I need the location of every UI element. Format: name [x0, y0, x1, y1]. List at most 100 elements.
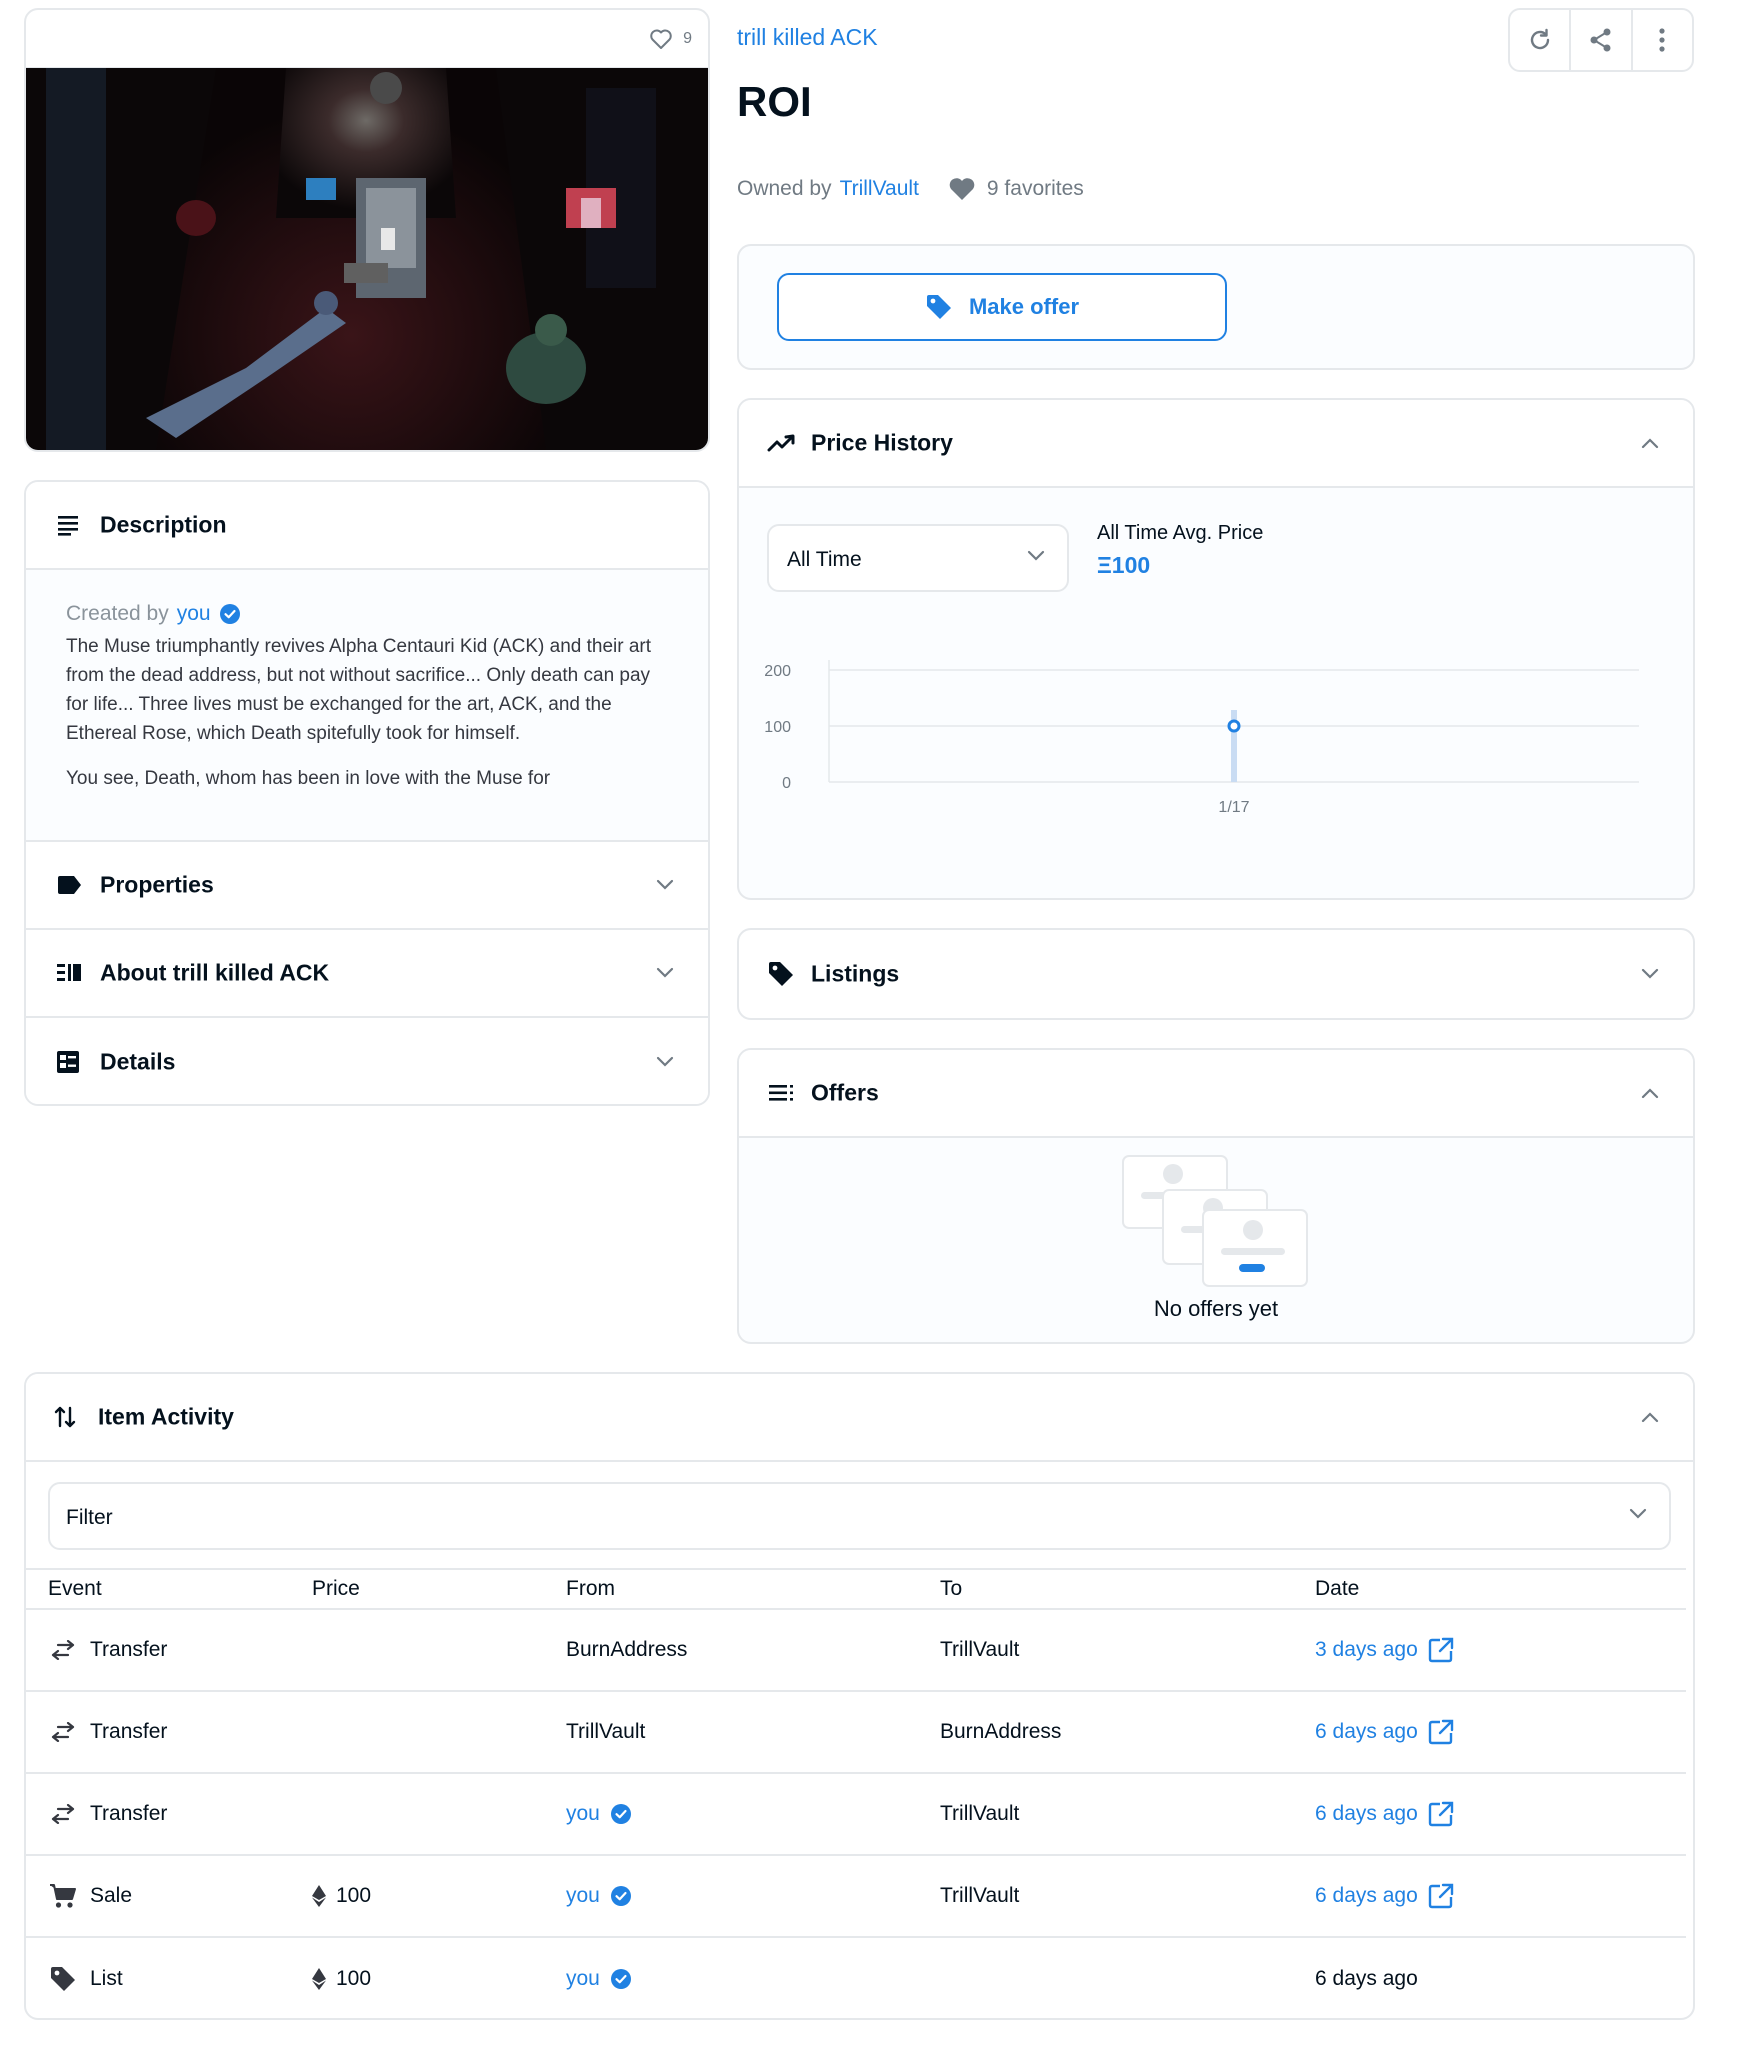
- date-cell[interactable]: 6 days ago: [1315, 1856, 1454, 1936]
- description-title: Description: [100, 511, 227, 538]
- external-link-icon[interactable]: [1428, 1801, 1454, 1827]
- created-by-line: Created by you: [66, 602, 668, 626]
- chevron-down-icon: [656, 879, 674, 891]
- favorite-button[interactable]: 9: [649, 28, 692, 50]
- transfer-icon: [48, 1640, 78, 1660]
- event-name: List: [90, 1967, 123, 1990]
- more-vertical-icon: [1658, 27, 1666, 53]
- chevron-up-icon: [1641, 1411, 1659, 1423]
- collection-link[interactable]: trill killed ACK: [737, 24, 878, 51]
- date-link[interactable]: 6 days ago: [1315, 1884, 1418, 1908]
- price-history-title: Price History: [811, 429, 953, 456]
- col-to: To: [940, 1577, 963, 1600]
- price-history-chart: 200 100 0 1/17: [764, 660, 1639, 816]
- about-collection-section[interactable]: About trill killed ACK: [26, 930, 708, 1018]
- listings-title: Listings: [811, 960, 900, 987]
- chevron-up-icon: [1641, 1087, 1659, 1099]
- verified-badge-icon: [219, 603, 241, 625]
- avg-price-label: All Time Avg. Price: [1097, 522, 1264, 544]
- properties-label: Properties: [100, 871, 214, 898]
- trending-line-icon: [767, 433, 797, 453]
- description-paragraph-2: You see, Death, whom has been in love wi…: [66, 768, 551, 789]
- external-link-icon[interactable]: [1428, 1637, 1454, 1663]
- price-history-header[interactable]: Price History: [739, 400, 1693, 488]
- activity-table: Event Price From To Date Transfer BurnAd…: [26, 1568, 1686, 2018]
- from-cell[interactable]: you: [566, 1856, 632, 1936]
- item-activity-panel: Item Activity Filter Event Price From To…: [24, 1372, 1695, 2020]
- item-title: ROI: [737, 78, 812, 125]
- to-link[interactable]: BurnAddress: [940, 1692, 1061, 1772]
- offers-title: Offers: [811, 1079, 879, 1106]
- share-button[interactable]: [1571, 10, 1633, 70]
- about-collection-label: About trill killed ACK: [100, 959, 330, 986]
- make-offer-button[interactable]: Make offer: [777, 273, 1227, 341]
- event-cell: Transfer: [48, 1774, 167, 1854]
- col-from: From: [566, 1577, 615, 1600]
- description-panel: Description Created by you The Muse triu…: [24, 480, 710, 1106]
- to-link[interactable]: TrillVault: [940, 1856, 1019, 1936]
- filter-placeholder: Filter: [66, 1506, 113, 1529]
- date-text: 6 days ago: [1315, 1967, 1418, 1990]
- offers-panel: Offers No offers yet: [737, 1048, 1695, 1344]
- to-link[interactable]: TrillVault: [940, 1610, 1019, 1690]
- event-cell: List: [48, 1938, 123, 2018]
- sort-arrows-icon: [54, 1404, 76, 1430]
- price-point[interactable]: [1227, 719, 1241, 733]
- date-cell[interactable]: 6 days ago: [1315, 1774, 1454, 1854]
- date-cell[interactable]: 6 days ago: [1315, 1692, 1454, 1772]
- favorite-count: 9: [683, 30, 692, 47]
- from-link[interactable]: BurnAddress: [566, 1610, 687, 1690]
- event-cell: Transfer: [48, 1610, 167, 1690]
- chevron-down-icon: [1027, 550, 1045, 562]
- listings-header[interactable]: Listings: [739, 930, 1693, 1018]
- description-paragraph-1: The Muse triumphantly revives Alpha Cent…: [66, 636, 652, 744]
- date-cell[interactable]: 3 days ago: [1315, 1610, 1454, 1690]
- from-link[interactable]: you: [566, 1802, 600, 1826]
- col-price: Price: [312, 1577, 360, 1600]
- offers-list-icon: [767, 1083, 795, 1103]
- item-toolbar: [1508, 8, 1694, 72]
- favorites-count-label: 9 favorites: [986, 177, 1084, 200]
- from-link[interactable]: you: [566, 1967, 600, 1991]
- date-link[interactable]: 6 days ago: [1315, 1802, 1418, 1826]
- price-history-panel: Price History All Time All Time Avg. Pri…: [737, 398, 1695, 900]
- table-row: Sale 100 you TrillVault 6 days ago: [26, 1856, 1686, 1938]
- image-topbar: 9: [26, 10, 708, 68]
- time-range-select[interactable]: All Time: [767, 524, 1069, 592]
- owned-by-label: Owned by: [737, 177, 832, 200]
- price-cell: 100: [312, 1856, 371, 1936]
- chevron-up-icon: [1641, 437, 1659, 449]
- creator-link[interactable]: you: [177, 602, 211, 626]
- y-tick-label: 200: [764, 663, 791, 680]
- from-link[interactable]: TrillVault: [566, 1692, 645, 1772]
- transfer-icon: [48, 1804, 78, 1824]
- external-link-icon[interactable]: [1428, 1719, 1454, 1745]
- properties-section[interactable]: Properties: [26, 842, 708, 930]
- external-link-icon[interactable]: [1428, 1883, 1454, 1909]
- activity-filter-select[interactable]: Filter: [48, 1482, 1671, 1550]
- to-link[interactable]: TrillVault: [940, 1774, 1019, 1854]
- from-cell[interactable]: you: [566, 1938, 632, 2018]
- tag-icon: [925, 293, 953, 321]
- transfer-icon: [48, 1722, 78, 1742]
- refresh-button[interactable]: [1510, 10, 1572, 70]
- item-activity-header[interactable]: Item Activity: [26, 1374, 1693, 1462]
- tag-label-icon: [56, 875, 82, 895]
- from-cell[interactable]: you: [566, 1774, 632, 1854]
- time-range-value: All Time: [787, 548, 862, 571]
- avg-price-value: Ξ100: [1097, 552, 1151, 578]
- owner-link[interactable]: TrillVault: [840, 177, 919, 201]
- col-event: Event: [48, 1577, 102, 1600]
- date-link[interactable]: 6 days ago: [1315, 1720, 1418, 1744]
- details-section[interactable]: Details: [26, 1018, 708, 1104]
- event-name: Sale: [90, 1884, 133, 1907]
- verified-badge-icon: [610, 1885, 632, 1907]
- offers-header[interactable]: Offers: [739, 1050, 1693, 1138]
- from-link[interactable]: you: [566, 1884, 600, 1908]
- date-link[interactable]: 3 days ago: [1315, 1638, 1418, 1662]
- table-row: List 100 you 6 days ago: [26, 1938, 1686, 2018]
- more-options-button[interactable]: [1633, 10, 1692, 70]
- description-body: Created by you The Muse triumphantly rev…: [26, 570, 708, 842]
- event-cell: Sale: [48, 1856, 132, 1936]
- description-header[interactable]: Description: [26, 482, 708, 570]
